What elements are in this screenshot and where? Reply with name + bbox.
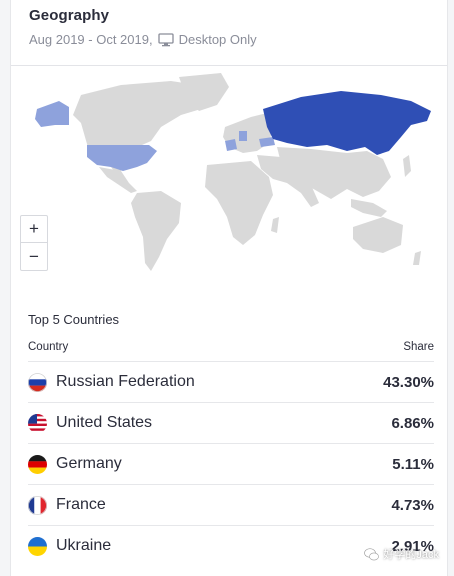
map-new-zealand (413, 251, 421, 265)
map-zoom-control: + − (20, 215, 48, 271)
map-africa (205, 161, 273, 245)
table-row[interactable]: Russian Federation 43.30% (28, 361, 434, 402)
card-header: Geography Aug 2019 - Oct 2019, Desktop O… (11, 0, 447, 66)
table-row[interactable]: Germany 5.11% (28, 443, 434, 484)
map-se-asia (351, 199, 387, 217)
country-share: 43.30% (383, 373, 434, 391)
column-header-country: Country (28, 341, 69, 353)
wechat-icon (364, 547, 380, 561)
country-share: 5.11% (392, 455, 434, 473)
zoom-in-button[interactable]: + (21, 216, 47, 243)
map-australia (353, 217, 403, 253)
map-madagascar (271, 217, 279, 233)
zoom-out-button[interactable]: − (21, 243, 47, 270)
usa-flag-icon (28, 413, 47, 433)
map-russia (263, 91, 431, 155)
country-name: Ukraine (56, 537, 112, 554)
country-name: United States (56, 414, 153, 431)
table-row[interactable]: United States 6.86% (28, 402, 434, 443)
watermark: 好学的Jack (364, 546, 439, 562)
country-name: Russian Federation (56, 373, 195, 390)
country-name: Germany (56, 455, 122, 472)
map-asia (277, 147, 391, 199)
card-subtitle: Aug 2019 - Oct 2019, Desktop Only (29, 32, 447, 47)
device-filter: Desktop Only (178, 32, 257, 47)
world-map-svg (35, 73, 431, 271)
top-countries-title: Top 5 Countries (28, 312, 120, 327)
watermark-text: 好学的Jack (383, 549, 439, 561)
world-map[interactable]: + − (11, 67, 449, 287)
table-row[interactable]: France 4.73% (28, 484, 434, 525)
map-usa (87, 145, 157, 171)
country-share: 4.73% (391, 496, 434, 514)
germany-flag-icon (28, 454, 47, 474)
russia-flag-icon (28, 372, 47, 392)
map-central-america (99, 167, 137, 193)
country-share: 6.86% (391, 414, 434, 432)
column-header-share: Share (403, 341, 434, 353)
date-range: Aug 2019 - Oct 2019, (29, 32, 153, 47)
geography-card: Geography Aug 2019 - Oct 2019, Desktop O… (10, 0, 448, 576)
map-japan (403, 155, 411, 177)
top-countries-table: Country Share Russian Federation 43.30% (28, 341, 434, 566)
table-header: Country Share (28, 341, 434, 361)
map-germany (239, 131, 247, 141)
map-south-america (131, 191, 181, 271)
desktop-icon (157, 32, 174, 47)
ukraine-flag-icon (28, 536, 47, 556)
card-title: Geography (29, 7, 110, 24)
france-flag-icon (28, 495, 47, 515)
map-alaska (35, 101, 69, 127)
map-france (225, 139, 237, 151)
country-name: France (56, 496, 106, 513)
